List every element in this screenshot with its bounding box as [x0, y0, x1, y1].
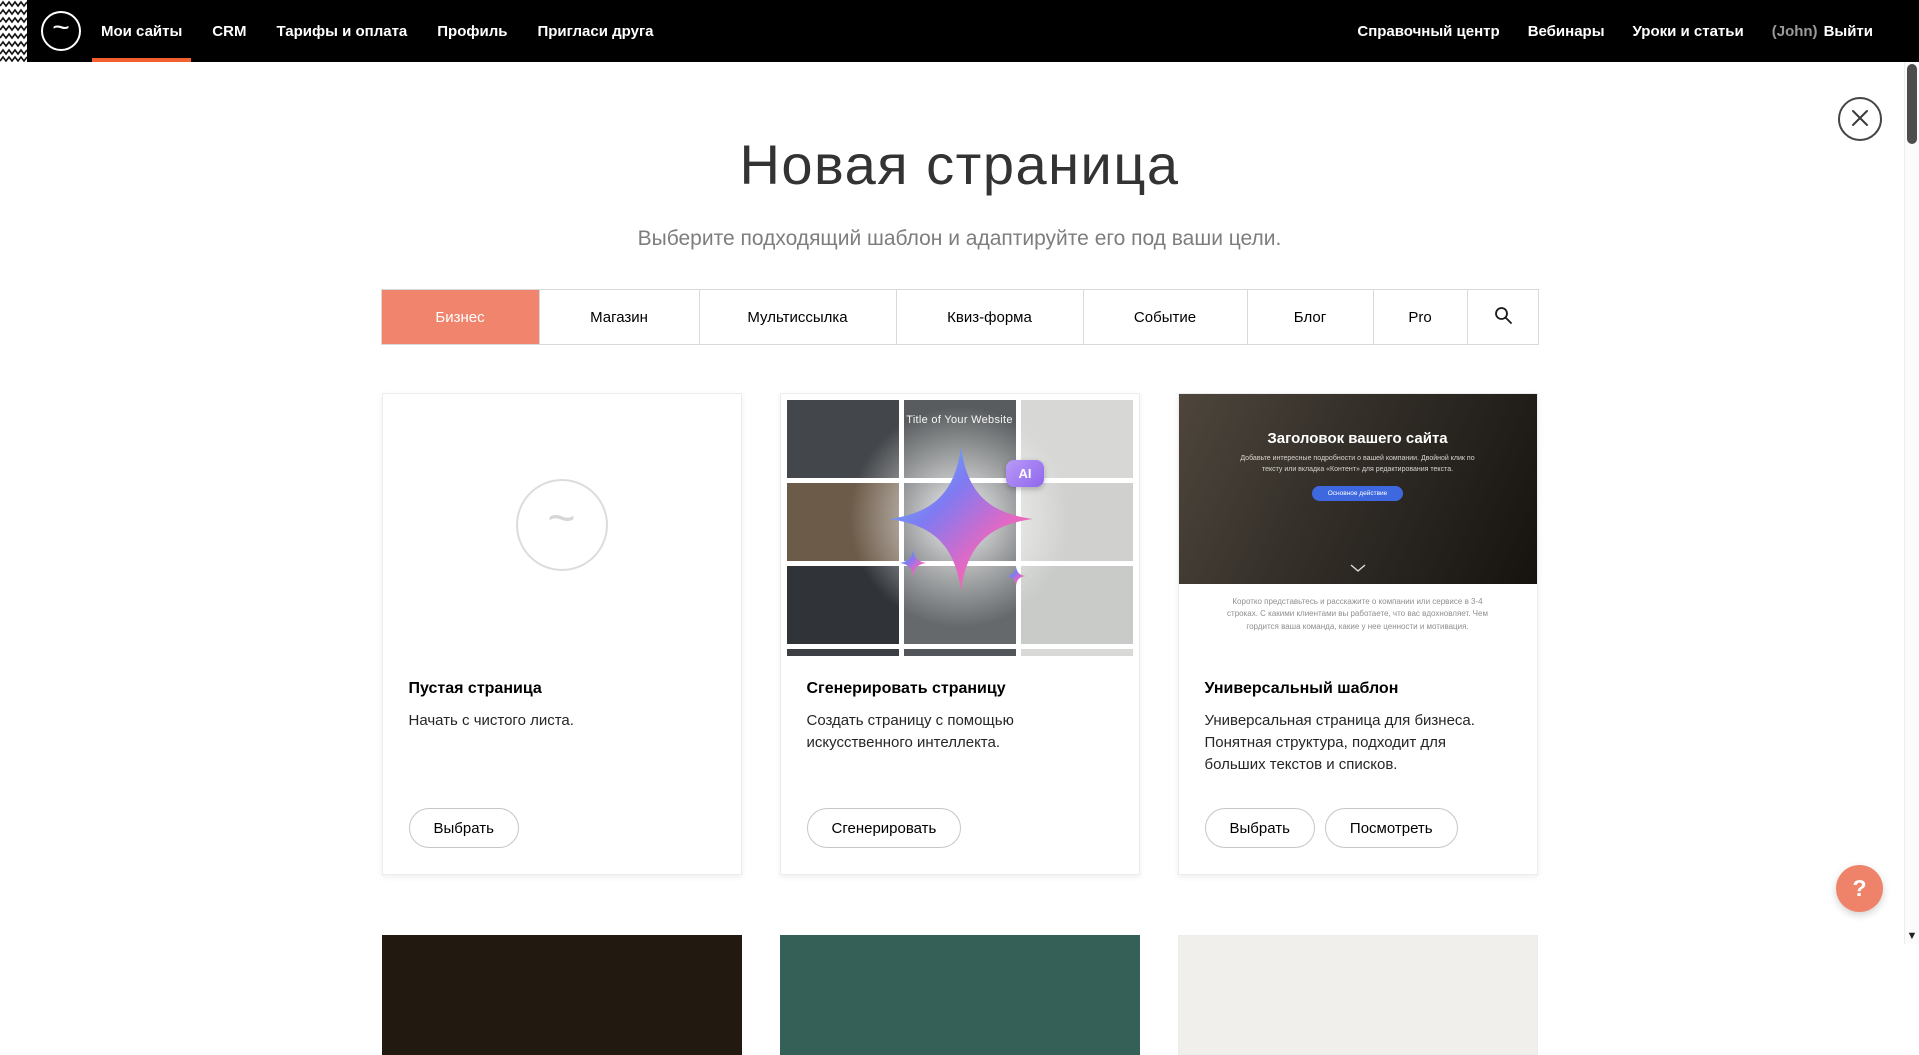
nav-item-tariffs[interactable]: Тарифы и оплата [276, 0, 407, 62]
template-card-universal[interactable]: Заголовок вашего сайта Добавьте интересн… [1178, 393, 1538, 875]
top-navbar: ~ Мои сайты CRM Тарифы и оплата Профиль … [0, 0, 1919, 62]
user-name: (John) [1772, 23, 1818, 40]
nav-item-help-center[interactable]: Справочный центр [1357, 23, 1499, 40]
page-subtitle: Выберите подходящий шаблон и адаптируйте… [638, 227, 1282, 251]
ai-sparkle-icon [781, 394, 1139, 656]
view-universal-button[interactable]: Посмотреть [1325, 808, 1458, 848]
zigzag-pattern-icon [0, 0, 27, 62]
nav-item-crm[interactable]: CRM [212, 0, 246, 62]
template-category-tabs: Бизнес Магазин Мультиссылка Квиз-форма С… [381, 289, 1539, 345]
preview-body-text: Коротко представьтесь и расскажите о ком… [1225, 596, 1490, 656]
template-card-blank[interactable]: ~ Пустая страница Начать с чистого листа… [382, 393, 742, 875]
tab-quiz-form[interactable]: Квиз-форма [896, 290, 1083, 344]
card-description: Универсальная страница для бизнеса. Поня… [1205, 710, 1511, 775]
nav-item-my-sites[interactable]: Мои сайты [101, 0, 182, 62]
ai-generate-preview: Title of Your Website [781, 394, 1139, 656]
tilda-logo-icon[interactable]: ~ [41, 11, 81, 51]
chevron-down-icon [1350, 559, 1366, 577]
tilda-watermark-icon: ~ [516, 479, 608, 571]
preview-hero-subtitle: Добавьте интересные подробности о вашей … [1235, 454, 1479, 475]
scrollbar[interactable]: ▼ [1904, 0, 1919, 944]
help-button[interactable]: ? [1836, 865, 1883, 912]
preview-hero-title: Заголовок вашего сайта [1267, 430, 1447, 447]
scrollbar-down-arrow-icon[interactable]: ▼ [1905, 929, 1919, 943]
card-title: Пустая страница [409, 680, 715, 698]
nav-item-invite-friend[interactable]: Пригласи друга [537, 0, 653, 62]
tab-search[interactable] [1467, 290, 1538, 344]
scrollbar-thumb[interactable] [1907, 64, 1917, 144]
tab-business[interactable]: Бизнес [382, 290, 539, 344]
logout-link[interactable]: Выйти [1824, 23, 1873, 40]
preview-hero: Заголовок вашего сайта Добавьте интересн… [1179, 394, 1537, 584]
tab-event[interactable]: Событие [1083, 290, 1247, 344]
template-card-partial[interactable] [1178, 935, 1538, 1055]
tab-blog[interactable]: Блог [1247, 290, 1373, 344]
new-page-modal: Новая страница Выберите подходящий шабло… [0, 62, 1919, 1055]
choose-blank-button[interactable]: Выбрать [409, 808, 519, 848]
universal-template-preview: Заголовок вашего сайта Добавьте интересн… [1179, 394, 1537, 656]
choose-universal-button[interactable]: Выбрать [1205, 808, 1315, 848]
template-card-partial[interactable] [780, 935, 1140, 1055]
close-button[interactable] [1838, 97, 1882, 141]
main-menu: Мои сайты CRM Тарифы и оплата Профиль Пр… [101, 0, 654, 62]
generate-button[interactable]: Сгенерировать [807, 808, 962, 848]
nav-item-lessons[interactable]: Уроки и статьи [1633, 23, 1744, 40]
close-icon [1851, 109, 1869, 130]
template-card-ai-generate[interactable]: Title of Your Website [780, 393, 1140, 875]
ai-badge: AI [1006, 460, 1044, 487]
preview-body: Коротко представьтесь и расскажите о ком… [1179, 584, 1537, 656]
blank-page-preview: ~ [383, 394, 741, 656]
preview-hero-button: Основное действие [1312, 486, 1404, 501]
tab-store[interactable]: Магазин [539, 290, 699, 344]
card-description: Начать с чистого листа. [409, 710, 715, 732]
card-description: Создать страницу с помощью искусственног… [807, 710, 1113, 754]
card-title: Универсальный шаблон [1205, 680, 1511, 698]
nav-item-webinars[interactable]: Вебинары [1528, 23, 1605, 40]
template-cards-row: ~ Пустая страница Начать с чистого листа… [382, 393, 1538, 875]
card-title: Сгенерировать страницу [807, 680, 1113, 698]
template-card-partial[interactable] [382, 935, 742, 1055]
secondary-menu: Справочный центр Вебинары Уроки и статьи… [1357, 23, 1919, 40]
user-logout[interactable]: (John) Выйти [1772, 23, 1873, 40]
tab-multilink[interactable]: Мультиссылка [699, 290, 896, 344]
tab-pro[interactable]: Pro [1373, 290, 1467, 344]
search-icon [1494, 306, 1512, 328]
next-template-row [382, 935, 1538, 1055]
nav-item-profile[interactable]: Профиль [437, 0, 507, 62]
page-title: Новая страница [739, 132, 1179, 197]
